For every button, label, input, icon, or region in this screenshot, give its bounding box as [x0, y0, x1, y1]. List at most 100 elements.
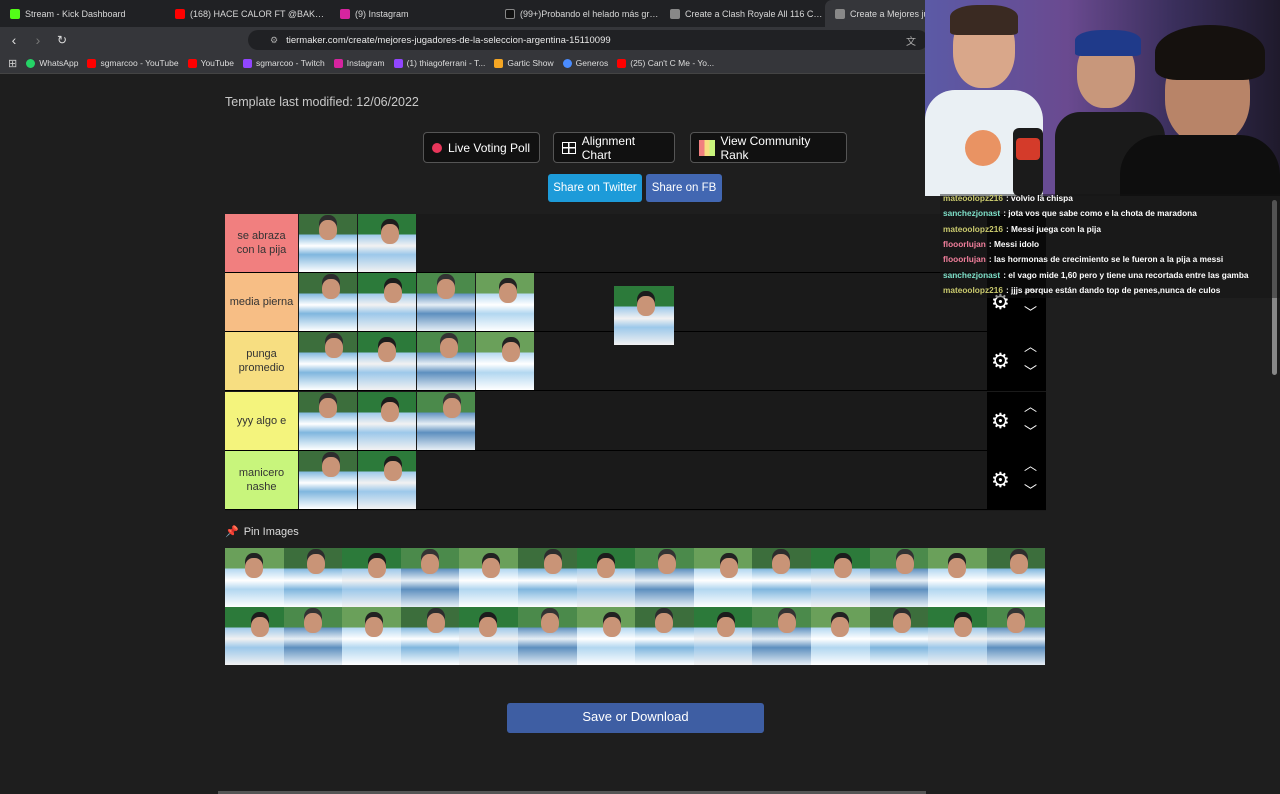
tab-kick-dashboard[interactable]: Stream - Kick Dashboard	[0, 0, 165, 27]
chat-text: : Messi juega con la pija	[1005, 223, 1101, 234]
pool-player-image[interactable]	[810, 606, 870, 665]
pool-player-image[interactable]	[810, 548, 870, 607]
url-field[interactable]: ⚙ tiermaker.com/create/mejores-jugadores…	[248, 30, 928, 50]
player-image[interactable]	[299, 273, 357, 332]
player-face	[381, 224, 399, 244]
player-image[interactable]	[299, 391, 357, 450]
move-tier-up-icon[interactable]: ︿	[1024, 455, 1037, 474]
tier-label[interactable]: punga promedio	[225, 332, 298, 391]
pool-player-image[interactable]	[576, 606, 636, 665]
tab-youtube-video[interactable]: (168) HACE CALOR FT @BAKANO68...	[165, 0, 330, 27]
player-image[interactable]	[476, 273, 534, 332]
share-fb-button[interactable]: Share on FB	[646, 174, 722, 202]
chat-text: : jota vos que sabe como e la chota de m…	[1003, 208, 1197, 219]
tab-tiktok[interactable]: (99+)Probando el helado más grande	[495, 0, 660, 27]
pool-player-image[interactable]	[869, 606, 929, 665]
chat-overlay: mateoolopz216: volvio la chispa sanchezjo…	[940, 193, 1280, 298]
pool-player-image[interactable]	[342, 606, 401, 665]
player-image[interactable]	[299, 332, 357, 391]
alignment-chart-button[interactable]: Alignment Chart	[553, 132, 675, 163]
move-tier-down-icon[interactable]: ﹀	[1024, 361, 1037, 380]
player-image[interactable]	[417, 273, 475, 332]
translate-icon[interactable]: 文	[906, 33, 916, 48]
bookmark-label: sgmarcoo - Twitch	[255, 58, 325, 68]
tier-settings-gear-icon[interactable]: ⚙	[991, 468, 1010, 493]
tier-settings-gear-icon[interactable]: ⚙	[991, 349, 1010, 374]
site-info-icon[interactable]: ⚙	[270, 35, 278, 46]
apps-grid-icon[interactable]: ⊞	[8, 57, 17, 70]
tier-label[interactable]: manicero nashe	[225, 450, 298, 509]
save-download-button[interactable]: Save or Download	[507, 703, 764, 733]
bookmark-instagram[interactable]: Instagram	[333, 58, 385, 68]
pool-player-image[interactable]	[986, 606, 1046, 665]
pool-player-image[interactable]	[693, 606, 753, 665]
pool-player-image[interactable]	[635, 606, 694, 665]
tier-settings-gear-icon[interactable]: ⚙	[991, 409, 1010, 434]
player-image[interactable]	[358, 273, 416, 332]
bookmark-thiagoferrani[interactable]: (1) thiagoferrani - T...	[393, 58, 485, 68]
tier-label[interactable]: media pierna	[225, 273, 298, 332]
bookmark-cant-c-me[interactable]: (25) Can't C Me - Yo...	[617, 58, 714, 68]
pin-images-toggle[interactable]: 📌 Pin Images	[225, 525, 299, 539]
pool-player-image[interactable]	[283, 606, 343, 665]
pool-player-image[interactable]	[576, 548, 636, 607]
pool-player-image[interactable]	[400, 606, 460, 665]
back-icon[interactable]: ‹	[4, 32, 24, 48]
pool-player-image[interactable]	[693, 548, 753, 607]
pool-player-image[interactable]	[928, 548, 987, 607]
pool-player-image[interactable]	[928, 606, 987, 665]
view-community-rank-button[interactable]: View Community Rank	[690, 132, 847, 163]
share-twitter-button[interactable]: Share on Twitter	[548, 174, 642, 202]
player-face	[637, 296, 655, 316]
pool-player-image[interactable]	[283, 548, 343, 607]
chat-username: sanchezjonast	[943, 208, 1001, 219]
player-image[interactable]	[299, 214, 357, 272]
tier-controls: ⚙ ︿ ﹀	[987, 332, 1046, 391]
player-image[interactable]	[417, 332, 475, 391]
bookmark-generos[interactable]: Generos	[562, 58, 608, 68]
live-voting-poll-button[interactable]: Live Voting Poll	[423, 132, 540, 163]
player-image[interactable]	[358, 332, 416, 391]
tab-instagram[interactable]: (9) Instagram	[330, 0, 495, 27]
pool-player-image[interactable]	[342, 548, 401, 607]
pool-player-image[interactable]	[752, 548, 811, 607]
pool-player-image[interactable]	[517, 548, 577, 607]
pool-player-image[interactable]	[517, 606, 577, 665]
player-face	[1009, 554, 1028, 574]
reload-icon[interactable]: ↻	[52, 33, 72, 47]
pool-player-image[interactable]	[986, 548, 1046, 607]
tier-label[interactable]: yyy algo e	[225, 391, 298, 450]
player-face	[384, 283, 402, 304]
pool-player-image[interactable]	[752, 606, 811, 665]
bookmark-youtube[interactable]: YouTube	[187, 58, 234, 68]
move-tier-down-icon[interactable]: ﹀	[1024, 302, 1037, 321]
tab-tiermaker-clash[interactable]: Create a Clash Royale All 116 Cards T...	[660, 0, 825, 27]
dragging-player-image[interactable]	[614, 286, 674, 345]
move-tier-up-icon[interactable]: ︿	[1024, 396, 1037, 415]
pool-player-image[interactable]	[225, 606, 284, 665]
player-image[interactable]	[358, 214, 416, 272]
pool-player-image[interactable]	[400, 548, 460, 607]
tab-title: Stream - Kick Dashboard	[25, 8, 126, 19]
player-image[interactable]	[476, 332, 534, 391]
player-image[interactable]	[358, 391, 416, 450]
player-image[interactable]	[417, 391, 475, 450]
pool-player-image[interactable]	[459, 606, 518, 665]
tiermaker-icon	[670, 8, 680, 19]
tier-label[interactable]: se abraza con la pija	[225, 214, 298, 272]
move-tier-down-icon[interactable]: ﹀	[1024, 480, 1037, 499]
player-image[interactable]	[299, 450, 357, 509]
player-face	[833, 558, 852, 578]
bookmark-sgmarcoo-youtube[interactable]: sgmarcoo - YouTube	[87, 58, 179, 68]
pool-player-image[interactable]	[459, 548, 518, 607]
pool-player-image[interactable]	[225, 548, 284, 607]
player-image[interactable]	[358, 450, 416, 509]
bookmark-whatsapp[interactable]: WhatsApp	[26, 58, 78, 68]
move-tier-down-icon[interactable]: ﹀	[1024, 421, 1037, 440]
forward-icon[interactable]: ›	[28, 32, 48, 48]
bookmark-sgmarcoo-twitch[interactable]: sgmarcoo - Twitch	[242, 58, 325, 68]
move-tier-up-icon[interactable]: ︿	[1024, 336, 1037, 355]
pool-player-image[interactable]	[635, 548, 694, 607]
pool-player-image[interactable]	[869, 548, 929, 607]
bookmark-gartic-show[interactable]: Gartic Show	[494, 58, 554, 68]
